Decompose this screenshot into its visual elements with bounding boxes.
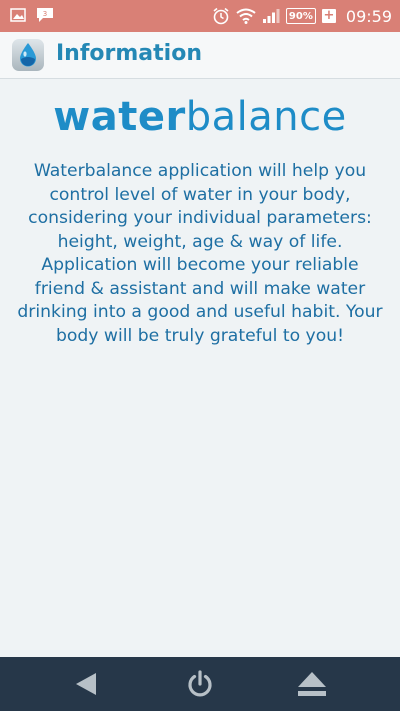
image-notification-icon (10, 8, 26, 22)
battery-charging-icon: + (321, 8, 336, 23)
signal-icon (262, 9, 280, 23)
alarm-clock-icon (213, 7, 229, 25)
svg-text:3: 3 (43, 10, 47, 18)
action-bar: Information (0, 32, 400, 79)
back-button[interactable] (66, 667, 106, 701)
navigation-bar (0, 657, 400, 711)
logo-light-part: balance (185, 94, 347, 140)
status-time: 09:59 (345, 6, 392, 26)
battery-indicator: 90% (285, 8, 316, 24)
app-description: Waterbalance application will help you c… (17, 161, 383, 346)
eject-button[interactable] (292, 667, 332, 701)
logo-bold-part: water (53, 94, 186, 140)
eject-icon (298, 672, 326, 696)
water-drop-app-icon[interactable] (12, 39, 44, 71)
waterbalance-logo: waterbalance (0, 94, 400, 140)
message-notification-icon: 3 (37, 8, 53, 22)
page-title: Information (56, 41, 202, 66)
wifi-icon (236, 8, 256, 24)
power-icon (188, 670, 212, 697)
back-icon (76, 673, 96, 695)
power-button[interactable] (180, 667, 220, 701)
status-bar: 3 90% + 09:59 (0, 0, 400, 32)
battery-percent: 90% (288, 10, 313, 22)
